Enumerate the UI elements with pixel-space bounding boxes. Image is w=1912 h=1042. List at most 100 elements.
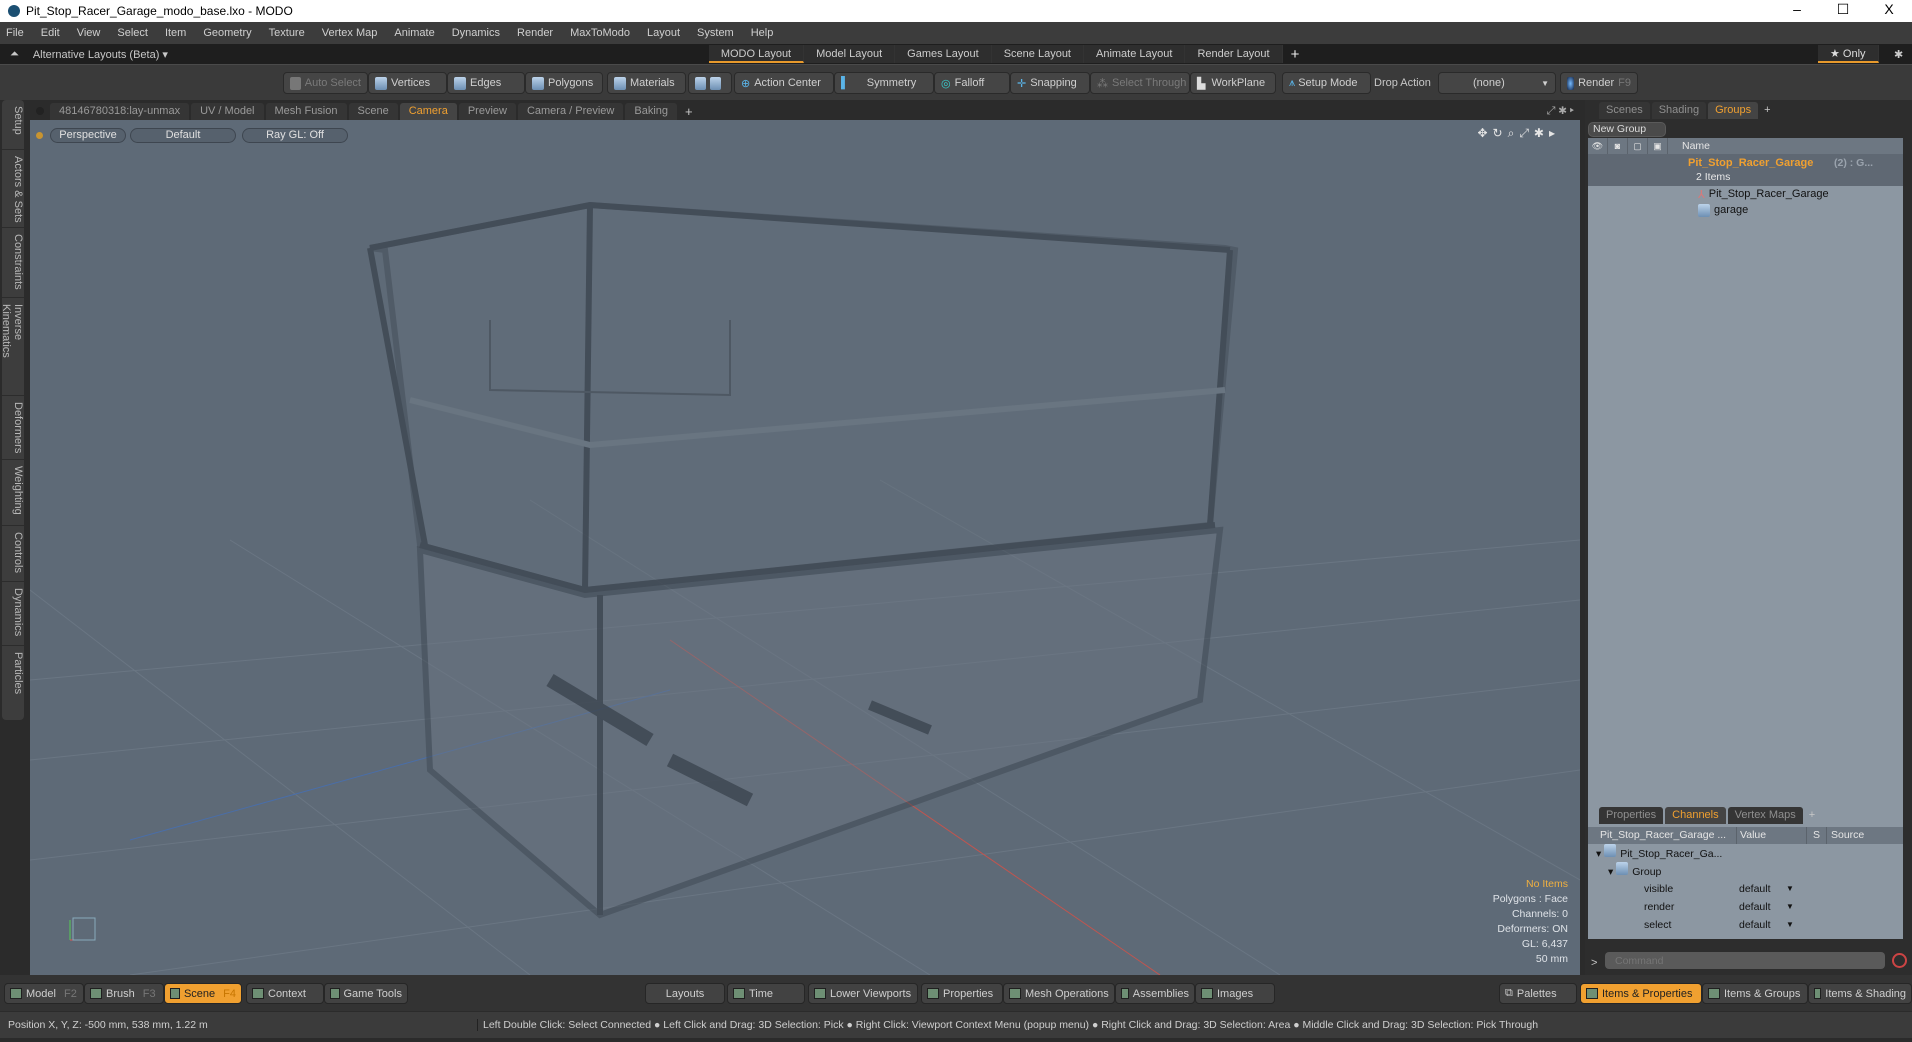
tab-lay-unmax[interactable]: 48146780318:lay-unmax: [50, 102, 190, 120]
tab-render-layout[interactable]: Render Layout: [1185, 45, 1283, 63]
layouts-button[interactable]: Layouts: [645, 983, 725, 1004]
viewport-navigation-icons[interactable]: ✥↻⌕⤢✱▸: [1477, 126, 1560, 141]
items-shading-button[interactable]: Items & Shading: [1808, 983, 1912, 1004]
new-group-button[interactable]: New Group: [1588, 122, 1666, 137]
side-tab-weighting[interactable]: Weighting: [2, 460, 24, 526]
tab-scene[interactable]: Scene: [348, 102, 398, 120]
scene-button[interactable]: Scene F4: [164, 983, 242, 1004]
side-tab-setup[interactable]: Setup: [2, 100, 24, 150]
menu-render[interactable]: Render: [517, 27, 553, 39]
channel-group-row[interactable]: ▾ Group: [1588, 862, 1903, 880]
channel-value-select[interactable]: default: [1736, 898, 1806, 916]
channel-item-row[interactable]: ▾ Pit_Stop_Racer_Ga...: [1588, 844, 1903, 862]
channel-row[interactable]: visible default ▼: [1588, 880, 1903, 898]
menu-vertex-map[interactable]: Vertex Map: [322, 27, 378, 39]
mesh-operations-button[interactable]: Mesh Operations: [1003, 983, 1115, 1004]
tab-mesh-fusion[interactable]: Mesh Fusion: [265, 102, 347, 120]
polygons-button[interactable]: Polygons: [525, 72, 603, 94]
tab-baking[interactable]: Baking: [625, 102, 678, 120]
add-tab-button[interactable]: +: [1764, 104, 1770, 116]
menu-view[interactable]: View: [77, 27, 101, 39]
channel-row[interactable]: select default ▼: [1588, 916, 1903, 934]
menu-maxtomodo[interactable]: MaxToModo: [570, 27, 630, 39]
alternative-layouts-dropdown[interactable]: Alternative Layouts (Beta) ▾: [33, 48, 709, 61]
group-child-mesh[interactable]: garage: [1588, 202, 1903, 218]
side-tab-deformers[interactable]: Deformers: [2, 396, 24, 460]
group-child-locator[interactable]: ⅄ Pit_Stop_Racer_Garage: [1588, 186, 1903, 202]
channel-row[interactable]: render default ▼: [1588, 898, 1903, 916]
name-column-header[interactable]: Name: [1682, 140, 1710, 152]
ray-gl-button[interactable]: Ray GL: Off: [242, 128, 348, 143]
select-cube-icon[interactable]: ▣: [1648, 138, 1668, 154]
properties-button[interactable]: Properties: [921, 983, 1003, 1004]
mode-toggle-buttons[interactable]: [688, 72, 732, 94]
shading-default-button[interactable]: Default: [130, 128, 236, 143]
render-camera-icon[interactable]: ◙: [1608, 138, 1628, 154]
menu-file[interactable]: File: [6, 27, 24, 39]
workplane-button[interactable]: ▙ WorkPlane: [1190, 72, 1276, 94]
channel-value-select[interactable]: default: [1736, 916, 1806, 934]
gear-icon[interactable]: ✱: [1894, 48, 1903, 61]
drop-action-select[interactable]: (none) ▼: [1438, 72, 1556, 94]
auto-select-button[interactable]: Auto Select: [283, 72, 368, 94]
edges-button[interactable]: Edges: [447, 72, 525, 94]
tab-preview[interactable]: Preview: [458, 102, 516, 120]
assemblies-button[interactable]: Assemblies: [1115, 983, 1195, 1004]
tab-camera-preview[interactable]: Camera / Preview: [517, 102, 624, 120]
side-tab-inverse-kinematics[interactable]: Inverse Kinematics: [0, 298, 24, 396]
tab-model-layout[interactable]: Model Layout: [804, 45, 896, 63]
model-button[interactable]: Model F2: [4, 983, 84, 1004]
items-properties-button[interactable]: Items & Properties: [1580, 983, 1702, 1004]
falloff-button[interactable]: ◎ Falloff: [934, 72, 1010, 94]
materials-button[interactable]: Materials: [607, 72, 686, 94]
maximize-button[interactable]: ☐: [1820, 0, 1866, 18]
menu-edit[interactable]: Edit: [41, 27, 60, 39]
channel-col-s[interactable]: S: [1806, 827, 1826, 844]
tab-channels[interactable]: Channels: [1665, 806, 1726, 824]
context-button[interactable]: Context: [246, 983, 324, 1004]
items-groups-button[interactable]: Items & Groups: [1702, 983, 1808, 1004]
snapping-button[interactable]: ✛ Snapping: [1010, 72, 1090, 94]
vertices-button[interactable]: Vertices: [368, 72, 447, 94]
side-tab-particles[interactable]: Particles: [2, 646, 24, 706]
group-row-selected[interactable]: Pit_Stop_Racer_Garage (2) : G... 2 Items: [1588, 154, 1903, 186]
tab-animate-layout[interactable]: Animate Layout: [1084, 45, 1186, 63]
menu-texture[interactable]: Texture: [269, 27, 305, 39]
tab-properties[interactable]: Properties: [1599, 806, 1664, 824]
record-macro-icon[interactable]: [1892, 953, 1907, 968]
time-button[interactable]: Time: [727, 983, 805, 1004]
menu-geometry[interactable]: Geometry: [203, 27, 251, 39]
add-tab-button[interactable]: +: [685, 104, 693, 119]
add-tab-button[interactable]: +: [1809, 809, 1815, 821]
render-button[interactable]: Render F9: [1560, 72, 1638, 94]
menu-select[interactable]: Select: [117, 27, 148, 39]
collapse-arrow-icon[interactable]: ⏶: [10, 48, 19, 61]
channel-col-value[interactable]: Value: [1736, 827, 1806, 844]
brush-button[interactable]: Brush F3: [84, 983, 164, 1004]
menu-item[interactable]: Item: [165, 27, 186, 39]
perspective-button[interactable]: Perspective: [50, 128, 126, 143]
3d-viewport[interactable]: Perspective Default Ray GL: Off ✥↻⌕⤢✱▸ N…: [30, 120, 1580, 975]
minimize-button[interactable]: –: [1774, 0, 1820, 18]
side-tab-controls[interactable]: Controls: [2, 526, 24, 582]
side-tab-constraints[interactable]: Constraints: [2, 228, 24, 298]
channel-value-select[interactable]: default: [1736, 880, 1806, 898]
only-button[interactable]: ★ Only: [1818, 45, 1879, 63]
tab-scenes[interactable]: Scenes: [1599, 101, 1650, 119]
menu-animate[interactable]: Animate: [394, 27, 434, 39]
add-layout-button[interactable]: +: [1291, 46, 1300, 63]
palettes-button[interactable]: ⧉ Palettes: [1499, 983, 1577, 1004]
channel-col-source[interactable]: Source: [1826, 827, 1864, 844]
menu-help[interactable]: Help: [751, 27, 774, 39]
close-button[interactable]: X: [1866, 0, 1912, 18]
tab-vertex-maps[interactable]: Vertex Maps: [1727, 806, 1803, 824]
action-center-button[interactable]: ⊕ Action Center: [734, 72, 834, 94]
tab-modo-layout[interactable]: MODO Layout: [708, 45, 805, 63]
menu-system[interactable]: System: [697, 27, 734, 39]
channel-col-name[interactable]: Pit_Stop_Racer_Garage ...: [1588, 827, 1736, 844]
side-tab-dynamics[interactable]: Dynamics: [2, 582, 24, 646]
menu-layout[interactable]: Layout: [647, 27, 680, 39]
tab-camera[interactable]: Camera: [399, 102, 457, 120]
setup-mode-button[interactable]: ⩚ Setup Mode: [1282, 72, 1371, 94]
menu-dynamics[interactable]: Dynamics: [452, 27, 500, 39]
